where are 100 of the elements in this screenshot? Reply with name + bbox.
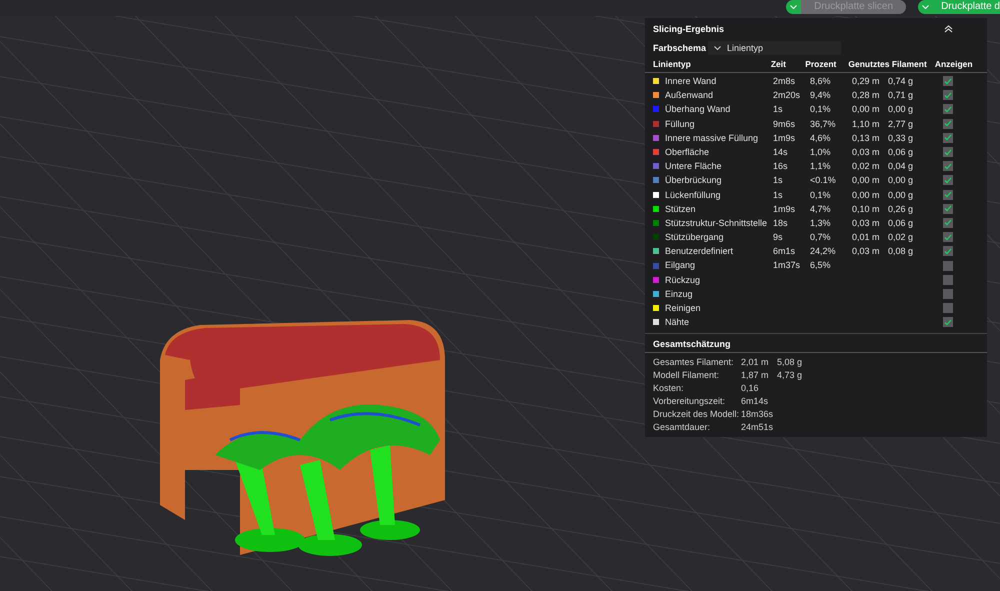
caret-icon (714, 46, 721, 50)
column-header: Zeit (770, 58, 787, 71)
line-type-name: Außenwand (665, 89, 714, 102)
checkbox[interactable] (943, 132, 953, 143)
time-cell-text: 14s (773, 146, 789, 159)
check-icon (944, 318, 952, 326)
length-cell-text: 0,10 m (852, 202, 881, 216)
weight-cell-text: 0,00 g (888, 103, 914, 116)
length-cell-text: 0,03 m (852, 245, 881, 258)
checkbox[interactable] (943, 76, 953, 86)
weight-cell-text: 0,71 g (888, 89, 914, 102)
checkbox[interactable] (943, 317, 953, 328)
line-type-name: Rückzug (665, 274, 702, 287)
line-type-name: Überhang Wand (665, 103, 732, 116)
line-type-name: Nähte (665, 316, 690, 330)
percent-cell-text: 1,3% (810, 216, 832, 230)
line-type-name: Untere Fläche (665, 160, 723, 174)
checkbox[interactable] (943, 303, 953, 314)
slice-button[interactable]: Druckplatte d (933, 0, 1000, 14)
percent-cell-text: 4,6% (810, 132, 832, 145)
weight-cell-text: 0,74 g (888, 75, 914, 88)
weight-cell-text: 0,06 g (888, 216, 914, 230)
summary-value: 18m36s (741, 408, 774, 421)
checkbox[interactable] (943, 118, 953, 129)
checkbox[interactable] (943, 288, 953, 299)
color-scheme-dropdown[interactable]: Linientyp (708, 41, 841, 55)
line-type-name: Eilgang (665, 259, 696, 272)
length-cell-text: 0,02 m (852, 160, 881, 174)
checkbox[interactable] (943, 274, 953, 285)
column-header: Linientyp (653, 58, 692, 71)
line-type-name: Innere Wand (665, 75, 718, 88)
weight-cell-text: 2,77 g (888, 118, 914, 131)
summary-title: Gesamtschätzung (653, 339, 731, 350)
time-cell-text: 2m8s (773, 75, 796, 88)
time-cell-text: 18s (773, 216, 789, 230)
collapse-icon[interactable] (944, 25, 953, 33)
line-type-name: Stützübergang (665, 231, 725, 244)
line-type-name: Lückenfüllung (665, 188, 722, 202)
dropdown-button[interactable] (786, 0, 802, 14)
percent-cell-text: 1,1% (810, 160, 832, 174)
percent-cell-text: 4,7% (810, 202, 832, 216)
checkbox[interactable] (943, 218, 953, 228)
summary-label: Gesamtdauer: (653, 420, 712, 434)
time-cell-text: 1s (773, 174, 784, 188)
percent-cell-text: <0.1% (810, 174, 837, 188)
summary-value: 2,01 m (741, 356, 770, 369)
column-header: Prozent (805, 58, 838, 71)
summary-value: 1,87 m (741, 368, 770, 382)
caret-icon (922, 5, 930, 9)
percent-cell-text: 24,2% (810, 245, 837, 258)
percent-cell-text: 8,6% (810, 75, 832, 88)
summary-label: Kosten: (653, 382, 685, 395)
caret-icon (790, 5, 798, 9)
time-cell-text: 1m9s (773, 132, 796, 145)
summary-label: Druckzeit des Modell: (653, 408, 740, 421)
checkbox[interactable] (943, 90, 953, 100)
percent-cell-text: 6,5% (810, 259, 832, 272)
checkbox[interactable] (943, 246, 953, 256)
percent-cell-text: 9,4% (810, 89, 832, 102)
time-cell-text: 16s (773, 160, 789, 174)
weight-cell-text: 0,00 g (888, 174, 914, 188)
weight-cell-text: 0,04 g (888, 160, 914, 174)
percent-cell-text: 36,7% (810, 118, 837, 131)
checkbox[interactable] (943, 161, 953, 172)
line-type-name: Überbrückung (665, 174, 723, 188)
checkbox[interactable] (943, 204, 953, 214)
summary-value: 4,73 g (777, 368, 804, 382)
length-cell-text: 0,00 m (852, 103, 881, 116)
length-cell-text: 0,00 m (852, 188, 881, 202)
time-cell-text: 1m37s (773, 259, 802, 272)
percent-cell-text: 0,7% (810, 231, 832, 244)
time-cell-text: 1m9s (773, 202, 796, 216)
checkbox[interactable] (943, 190, 953, 200)
percent-cell-text: 0,1% (810, 188, 832, 202)
line-type-name: Innere massive Füllung (665, 132, 760, 145)
panel-title: Slicing-Ergebnis (653, 22, 724, 36)
time-cell-text: 6m1s (773, 245, 796, 258)
weight-cell-text: 0,08 g (888, 245, 914, 258)
length-cell-text: 0,01 m (852, 231, 881, 244)
checkbox[interactable] (943, 232, 953, 242)
percent-cell-text: 0,1% (810, 103, 832, 116)
length-cell-text: 0,29 m (852, 75, 881, 88)
summary-label: Vorbereitungszeit: (653, 394, 726, 408)
length-cell-text: 0,03 m (852, 146, 881, 159)
checkbox[interactable] (943, 104, 953, 114)
time-cell-text: 2m20s (773, 89, 802, 102)
summary-value: 0,16 (741, 382, 760, 395)
time-cell-text: 9m6s (773, 118, 796, 131)
weight-cell-text: 0,00 g (888, 188, 914, 202)
time-cell-text: 9s (773, 231, 784, 244)
dropdown-button[interactable] (918, 0, 934, 14)
summary-value: 5,08 g (777, 356, 804, 369)
summary-value: 6m14s (741, 394, 770, 408)
checkbox[interactable] (943, 147, 953, 158)
checkbox[interactable] (943, 175, 953, 186)
weight-cell-text: 0,33 g (888, 132, 914, 145)
length-cell-text: 0,00 m (852, 174, 881, 188)
checkbox[interactable] (943, 260, 953, 271)
percent-cell-text: 1,0% (810, 146, 832, 159)
weight-cell-text: 0,26 g (888, 202, 914, 216)
